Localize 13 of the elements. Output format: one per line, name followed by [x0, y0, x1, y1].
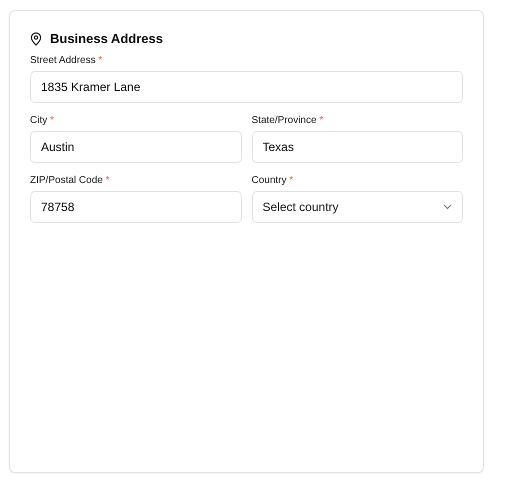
text-field[interactable]: 78758 — [30, 191, 242, 223]
field-label: State/Province * — [252, 115, 324, 126]
field-label: City * — [30, 115, 55, 126]
field-label: Street Address * — [30, 55, 104, 66]
chevron-down-icon — [443, 204, 452, 210]
field-label: ZIP/Postal Code * — [30, 175, 110, 186]
text-field[interactable]: 1835 Kramer Lane — [30, 71, 463, 103]
text-field[interactable]: Austin — [30, 131, 242, 163]
section-title: Business Address — [50, 31, 163, 46]
field-label: Country * — [252, 175, 294, 186]
country-select[interactable]: Select country — [252, 191, 463, 223]
map-pin-icon — [30, 32, 42, 46]
text-field[interactable]: Texas — [252, 131, 463, 163]
